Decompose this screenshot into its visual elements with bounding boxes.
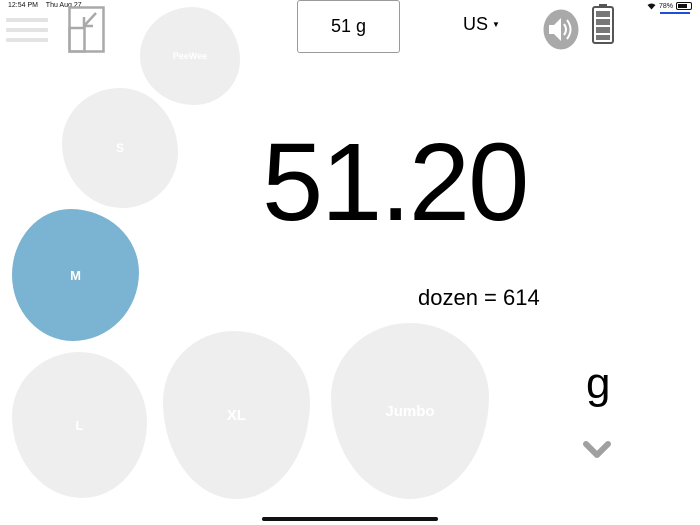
status-battery-icon [676,2,692,10]
hamburger-menu-icon[interactable] [6,18,48,42]
wifi-icon [647,3,656,9]
egg-size-label: M [70,267,81,283]
egg-size-large-button[interactable]: L [12,352,147,498]
egg-size-medium-button[interactable]: M [12,209,139,341]
egg-size-label: XL [226,406,247,424]
weight-display-box[interactable]: 51 g [297,0,400,53]
unit-label[interactable]: g [586,362,610,406]
caret-down-icon: ▼ [492,20,500,29]
battery-percent: 78% [658,2,673,10]
egg-size-label: Jumbo [385,402,435,420]
egg-size-peewee-button[interactable]: PeeWee [140,7,240,105]
egg-size-xlarge-button[interactable]: XL [163,331,310,499]
egg-size-label: L [75,417,84,433]
region-dropdown[interactable]: US ▼ [463,14,500,35]
weight-display-text: 51 g [330,16,367,36]
egg-size-label: PeeWee [172,51,208,61]
region-label: US [463,14,489,34]
shrink-window-icon[interactable] [68,6,105,53]
accent-line [660,12,690,14]
chevron-down-icon[interactable] [583,441,611,459]
egg-size-jumbo-button[interactable]: Jumbo [331,323,489,499]
speaker-icon[interactable] [543,9,579,50]
dozen-weight: dozen = 614 [418,285,540,310]
status-time: 12:54 PM [8,2,38,9]
home-indicator[interactable] [262,517,438,521]
status-bar-right: 78% [647,2,692,10]
egg-size-small-button[interactable]: S [62,88,178,208]
battery-icon [592,4,614,44]
weight-reading: 51.20 [262,121,529,244]
egg-size-label: S [115,141,124,155]
